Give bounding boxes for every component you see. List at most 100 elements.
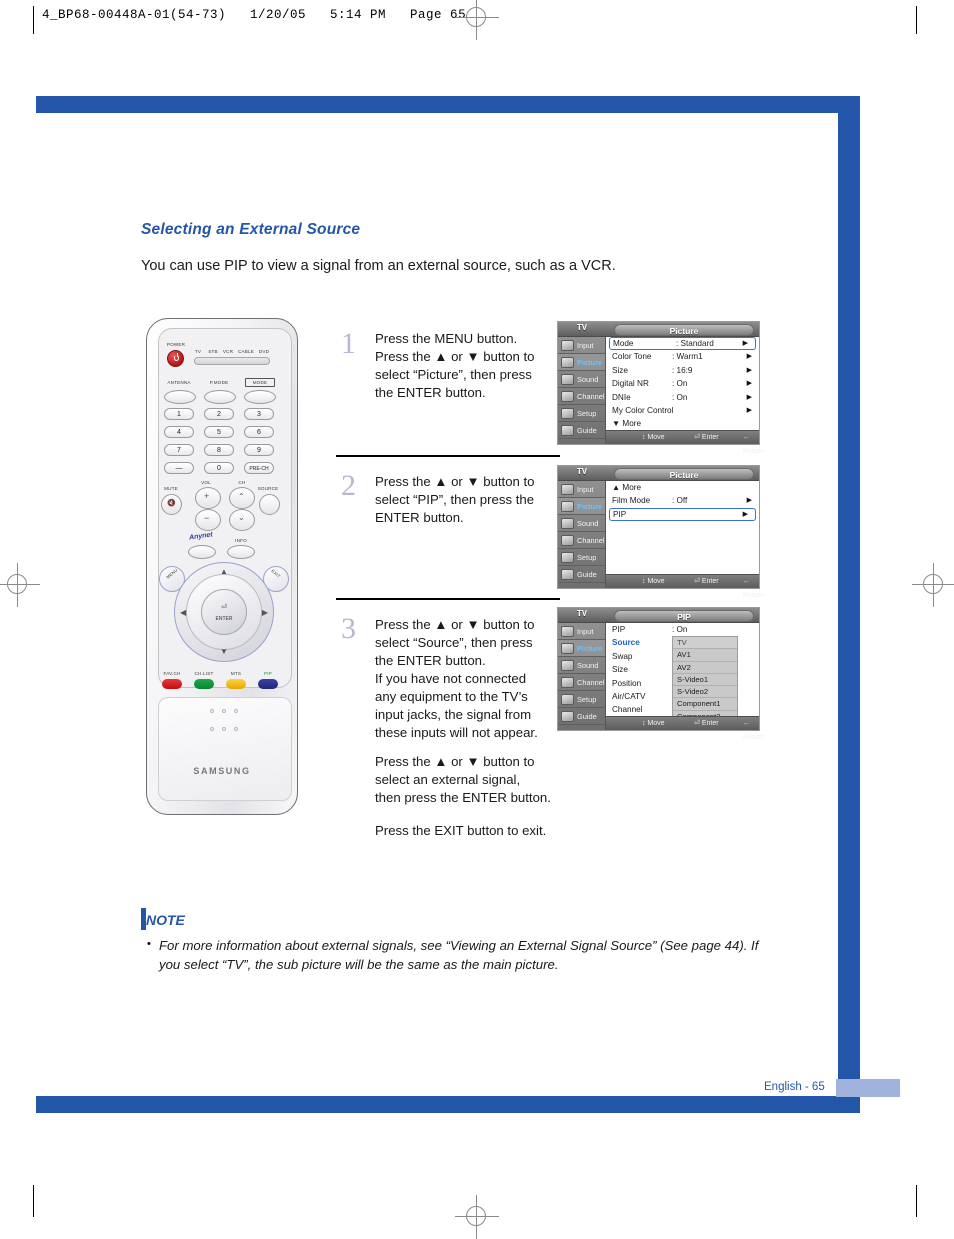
up-arrow-icon[interactable]: ▲ (175, 568, 273, 576)
remote-mode-dvd-label: DVD (258, 349, 270, 354)
osd-sidebar-item-picture-3[interactable]: Picture (558, 640, 605, 657)
source-button[interactable] (259, 494, 280, 515)
osd-sidebar-item-setup-3[interactable]: Setup (558, 691, 605, 708)
source-option-component1[interactable]: Component1 (673, 698, 737, 711)
source-options-list[interactable]: TV AV1 AV2 S-Video1 S-Video2 Component1 … (672, 636, 738, 725)
osd-sidebar-item-input[interactable]: Input (558, 337, 605, 354)
info-label: INFO (235, 538, 247, 543)
channel-icon (561, 677, 574, 688)
number-button-4[interactable]: 4 (164, 426, 194, 438)
source-option-tv[interactable]: TV (673, 637, 737, 650)
power-button[interactable] (167, 350, 184, 367)
step-2-text: Press the ▲ or ▼ button to select “PIP”,… (375, 474, 535, 525)
number-button-6[interactable]: 6 (244, 426, 274, 438)
osd-row-more-up[interactable]: ▲ More (606, 481, 759, 494)
manual-page: 4_BP68-00448A-01(54-73) 1/20/05 5:14 PM … (0, 0, 954, 1239)
picture-icon (561, 643, 574, 654)
number-button-0[interactable]: 0 (204, 462, 234, 474)
left-arrow-icon[interactable]: ◀ (180, 609, 186, 617)
remote-control-illustration: POWER TV STB VCR CABLE DVD ANTENNA P.MOD… (143, 318, 303, 818)
osd-row-more[interactable]: ▼ More (606, 417, 759, 430)
osd-picture-menu-1: TV Picture Input Picture Sound Channel S… (557, 321, 764, 455)
guide-icon (561, 711, 574, 722)
step-separator-1 (336, 455, 560, 457)
mode-button[interactable] (244, 390, 276, 404)
osd-sidebar-item-channel-2[interactable]: Channel (558, 532, 605, 549)
osd-sidebar-item-picture-2[interactable]: Picture (558, 498, 605, 515)
source-option-av1[interactable]: AV1 (673, 649, 737, 662)
remote-mode-vcr-label: VCR (222, 349, 234, 354)
enter-icon-osd: ⏎ (694, 578, 700, 585)
source-option-av2[interactable]: AV2 (673, 662, 737, 674)
osd-sidebar-item-input-3[interactable]: Input (558, 623, 605, 640)
dash-button[interactable]: — (164, 462, 194, 474)
note-title: NOTE (146, 912, 185, 928)
osd-sidebar-item-channel-3[interactable]: Channel (558, 674, 605, 691)
osd-sidebar-item-setup[interactable]: Setup (558, 405, 605, 422)
setup-icon (561, 694, 574, 705)
anynet-button[interactable] (188, 545, 216, 559)
osd-sidebar-item-sound[interactable]: Sound (558, 371, 605, 388)
mode-button-label: MODE (252, 380, 268, 385)
osd-row-pip[interactable]: PIP ▶ (609, 507, 756, 522)
source-option-svideo1[interactable]: S-Video1 (673, 674, 737, 687)
channel-icon (561, 391, 574, 402)
number-button-5[interactable]: 5 (204, 426, 234, 438)
osd-sidebar-item-setup-2[interactable]: Setup (558, 549, 605, 566)
pmode-button-label: P.MODE (209, 380, 229, 385)
source-label: SOURCE (257, 486, 279, 491)
osd-row-digital-nr[interactable]: Digital NR: On ▶ (606, 377, 759, 390)
step-1-text: Press the MENU button. Press the ▲ or ▼ … (375, 331, 535, 400)
chlist-button[interactable] (194, 679, 214, 689)
osd-sidebar-item-input-2[interactable]: Input (558, 481, 605, 498)
osd-row-pip-toggle[interactable]: PIP: On (606, 623, 759, 636)
pip-button[interactable] (258, 679, 278, 689)
osd-sidebar-item-channel[interactable]: Channel (558, 388, 605, 405)
enter-button[interactable]: ⏎ ENTER (201, 589, 247, 635)
osd-row-dnie[interactable]: DNIe: On ▶ (606, 391, 759, 404)
number-button-9[interactable]: 9 (244, 444, 274, 456)
mts-button[interactable] (226, 679, 246, 689)
osd-row-mode[interactable]: Mode: Standard ▶ (609, 337, 756, 351)
antenna-button[interactable] (164, 390, 196, 404)
osd-bottom-bar-2: ↕ Move ⏎ Enter ← Return (606, 574, 764, 599)
picture-icon (561, 501, 574, 512)
osd-body-2: ▲ More Film Mode: Off ▶ PIP ▶ (606, 481, 759, 574)
pip-label: PIP (263, 671, 272, 676)
number-button-7[interactable]: 7 (164, 444, 194, 456)
osd-row-film-mode[interactable]: Film Mode: Off ▶ (606, 494, 759, 507)
osd-title: Picture (669, 325, 699, 336)
osd-sidebar-item-guide-2[interactable]: Guide (558, 566, 605, 583)
mode-indicator-strip (194, 357, 270, 365)
favch-button[interactable] (162, 679, 182, 689)
remote-mode-tv-label: TV (194, 349, 202, 354)
osd-row-color-tone[interactable]: Color Tone: Warm1 ▶ (606, 350, 759, 363)
osd-sidebar-item-sound-2[interactable]: Sound (558, 515, 605, 532)
channel-up-icon: ⌃ (238, 492, 245, 501)
info-button[interactable] (227, 545, 255, 559)
return-icon: ← (743, 578, 750, 585)
osd-picture-menu-2: TV Picture Input Picture Sound Channel S… (557, 465, 764, 599)
number-button-8[interactable]: 8 (204, 444, 234, 456)
input-icon (561, 484, 574, 495)
favch-label: FAV.CH (163, 671, 181, 676)
direction-pad[interactable]: ⏎ ENTER ▲ ▼ ◀ ▶ (174, 562, 274, 662)
prech-button[interactable]: PRE-CH (244, 462, 274, 474)
osd-row-my-color-control[interactable]: My Color Control ▶ (606, 404, 759, 417)
source-option-svideo2[interactable]: S-Video2 (673, 686, 737, 699)
setup-icon (561, 552, 574, 563)
number-button-1[interactable]: 1 (164, 408, 194, 420)
osd-sidebar-item-picture[interactable]: Picture (558, 354, 605, 371)
down-arrow-icon[interactable]: ▼ (175, 648, 273, 656)
osd-sidebar-item-sound-3[interactable]: Sound (558, 657, 605, 674)
osd-sidebar-item-guide-3[interactable]: Guide (558, 708, 605, 725)
osd-sidebar-item-guide[interactable]: Guide (558, 422, 605, 439)
number-button-2[interactable]: 2 (204, 408, 234, 420)
note-body: For more information about external sign… (159, 938, 759, 972)
pmode-button[interactable] (204, 390, 236, 404)
move-icon: ↕ (642, 720, 646, 727)
picture-icon (561, 357, 574, 368)
number-button-3[interactable]: 3 (244, 408, 274, 420)
right-arrow-icon[interactable]: ▶ (262, 609, 268, 617)
osd-row-size[interactable]: Size: 16:9 ▶ (606, 364, 759, 377)
